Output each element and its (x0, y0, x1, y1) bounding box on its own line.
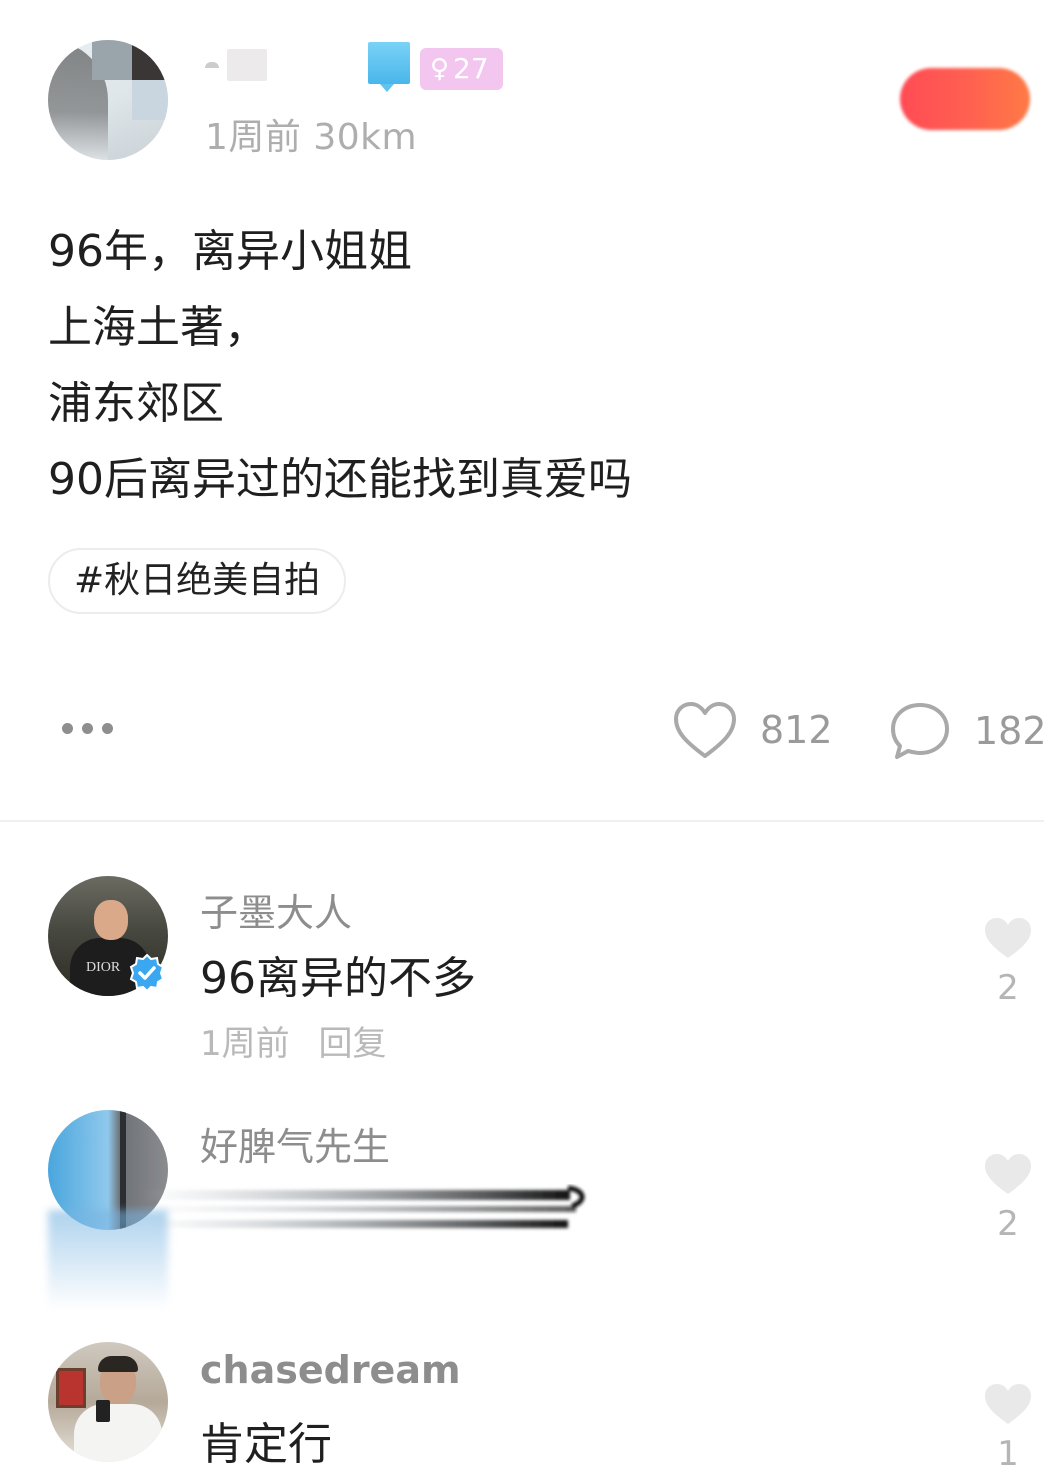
reply-button[interactable]: 回复 (318, 1024, 386, 1064)
gender-age-badge: ♀ 27 (420, 48, 503, 90)
blurred-comment-text (140, 1185, 585, 1228)
comment-item: chasedream 肯定行 1 (0, 1342, 1044, 1474)
post-time: 1周前 (205, 117, 302, 158)
commenter-name[interactable]: 好脾气先生 (200, 1116, 390, 1171)
avatar-image-part (56, 1368, 86, 1408)
heart-filled-icon (985, 918, 1031, 958)
heart-filled-icon (985, 1384, 1031, 1424)
avatar-mosaic-block (132, 80, 168, 120)
comment-like-count: 2 (997, 968, 1019, 1008)
more-dot-icon (62, 722, 73, 734)
avatar-image-part (74, 1404, 162, 1462)
comment-like-count: 1 (997, 1434, 1019, 1474)
comment-item: 好脾气先生 2 (0, 1110, 1044, 1310)
post-content-line: 90后离异过的还能找到真爱吗 (48, 454, 632, 505)
post-author-avatar[interactable] (48, 40, 168, 160)
post-content-line: 浦东郊区 (48, 378, 224, 429)
heart-filled-icon (985, 1154, 1031, 1194)
verified-badge-icon (129, 954, 165, 992)
comment-text: 96离异的不多 (200, 953, 476, 1004)
comment-count: 182 (974, 709, 1044, 753)
more-options-button[interactable] (62, 716, 126, 740)
vip-badge-icon (368, 42, 410, 84)
like-button[interactable]: 812 (672, 700, 833, 760)
comment-item: DIOR 子墨大人 96离异的不多 1周前 回复 2 (0, 876, 1044, 1076)
avatar-mosaic-block (92, 40, 132, 80)
heart-outline-icon (674, 702, 736, 758)
blurred-text (205, 62, 219, 68)
section-divider (0, 820, 1044, 822)
more-dot-icon (102, 722, 113, 734)
avatar-image-part (94, 900, 128, 940)
comment-like-count: 2 (997, 1204, 1019, 1244)
post-content-line: 上海土著， (48, 302, 268, 353)
comment-bubble-icon (891, 703, 949, 759)
avatar-image-part (98, 1356, 138, 1372)
post-distance: 30km (313, 117, 418, 158)
comment-meta: 1周前 回复 (200, 1016, 386, 1065)
comment-text: 肯定行 (200, 1419, 332, 1470)
comment-button[interactable]: 182 (888, 700, 1044, 762)
post-content-line: 96年，离异小姐姐 (48, 226, 412, 277)
commenter-name[interactable]: chasedream (200, 1348, 461, 1392)
author-age: 27 (453, 52, 489, 85)
like-count: 812 (760, 708, 833, 752)
comment-time: 1周前 (200, 1024, 290, 1064)
post-meta: 1周前 30km (205, 108, 417, 160)
commenter-name[interactable]: 子墨大人 (200, 882, 352, 937)
comment-like-button[interactable]: 2 (982, 916, 1034, 1008)
avatar-image-part (96, 1400, 110, 1422)
topic-tag[interactable]: #秋日绝美自拍 (48, 548, 347, 614)
avatar-shirt-logo: DIOR (86, 960, 121, 975)
female-icon: ♀ (430, 54, 450, 84)
more-dot-icon (82, 722, 93, 734)
comment-like-button[interactable]: 1 (982, 1382, 1034, 1474)
post-author-name-blurred[interactable] (205, 45, 355, 85)
comment-like-button[interactable]: 2 (982, 1152, 1034, 1244)
commenter-avatar[interactable] (48, 1342, 168, 1462)
blurred-text (227, 49, 267, 81)
post-content: 96年，离异小姐姐 上海土著， 浦东郊区 90后离异过的还能找到真爱吗 (48, 214, 632, 518)
follow-button[interactable] (900, 68, 1030, 130)
avatar-mosaic-block (132, 40, 168, 80)
